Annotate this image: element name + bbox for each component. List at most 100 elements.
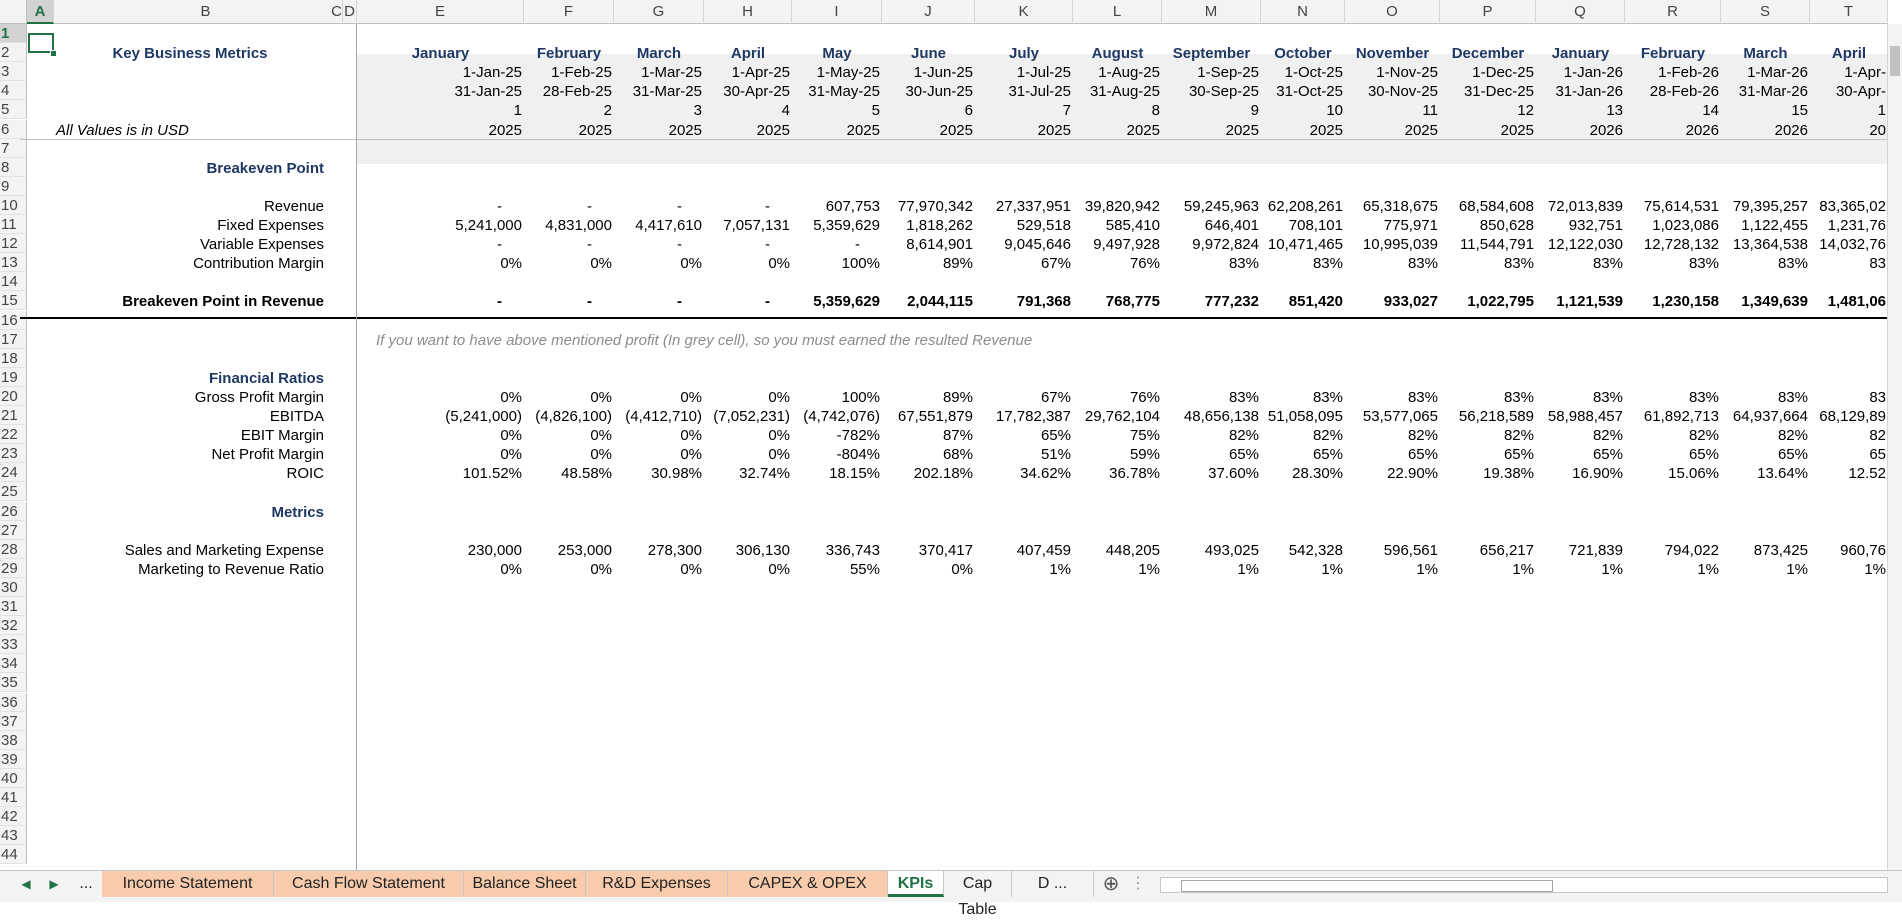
column-header-m[interactable]: M <box>1162 0 1261 24</box>
column-header-o[interactable]: O <box>1345 0 1440 24</box>
tab-d[interactable]: D ... <box>1012 871 1094 897</box>
row-header-13[interactable]: 13 <box>0 253 27 273</box>
column-header-f[interactable]: F <box>524 0 614 24</box>
column-header-h[interactable]: H <box>704 0 792 24</box>
row-header-11[interactable]: 11 <box>0 215 27 235</box>
row-header-1[interactable]: 1 <box>0 24 27 44</box>
data-cell: 12,122,030 <box>1547 236 1623 254</box>
column-header-t[interactable]: T <box>1810 0 1888 24</box>
column-header-n[interactable]: N <box>1261 0 1345 24</box>
row-header-18[interactable]: 18 <box>0 348 27 368</box>
data-cell: 1% <box>1138 560 1160 578</box>
row-header-20[interactable]: 20 <box>0 386 27 406</box>
data-cell: - <box>765 236 770 254</box>
column-header-l[interactable]: L <box>1073 0 1162 24</box>
data-cell: 1,023,086 <box>1652 217 1719 234</box>
horizontal-scroll-thumb[interactable] <box>1181 880 1553 892</box>
row-header-23[interactable]: 23 <box>0 444 27 464</box>
row-header-16[interactable]: 16 <box>0 310 27 330</box>
row-header-41[interactable]: 41 <box>0 788 27 808</box>
row-header-44[interactable]: 44 <box>0 845 27 865</box>
more-tabs-left-button[interactable]: ... <box>70 871 102 897</box>
row-header-42[interactable]: 42 <box>0 807 27 827</box>
column-header-b[interactable]: B <box>54 0 358 24</box>
month-header: November <box>1355 45 1430 63</box>
column-header-g[interactable]: G <box>614 0 704 24</box>
row-header-30[interactable]: 30 <box>0 577 27 597</box>
horizontal-scrollbar[interactable] <box>1160 877 1888 893</box>
vertical-scroll-thumb[interactable] <box>1890 46 1900 76</box>
tab-capex-opex[interactable]: CAPEX & OPEX <box>728 871 888 897</box>
row-header-10[interactable]: 10 <box>0 195 27 215</box>
end-date: 31-Oct-25 <box>1276 83 1343 101</box>
data-cell: -804% <box>836 446 880 464</box>
tab-r-d-expenses[interactable]: R&D Expenses <box>586 871 728 897</box>
row-header-14[interactable]: 14 <box>0 272 27 292</box>
row-header-17[interactable]: 17 <box>0 329 27 349</box>
column-header-s[interactable]: S <box>1721 0 1810 24</box>
row-header-12[interactable]: 12 <box>0 234 27 254</box>
select-all-corner[interactable] <box>0 0 27 24</box>
row-header-19[interactable]: 19 <box>0 367 27 387</box>
sheet-tab-bar: ◀ ▶ ... Income Statement Cash Flow Statem… <box>0 870 1902 918</box>
column-header-j[interactable]: J <box>882 0 975 24</box>
row-header-40[interactable]: 40 <box>0 768 27 788</box>
row-header-4[interactable]: 4 <box>0 81 27 101</box>
chevron-left-icon[interactable]: ◀ <box>18 875 34 893</box>
data-cell: 1% <box>1049 560 1071 578</box>
vertical-scrollbar[interactable] <box>1887 24 1902 870</box>
row-label: Breakeven Point in Revenue <box>122 293 324 311</box>
row-header-29[interactable]: 29 <box>0 558 27 578</box>
data-cell: 0% <box>590 427 612 445</box>
tab-cash-flow-statement[interactable]: Cash Flow Statement <box>274 871 464 897</box>
data-cell: 1,231,76 <box>1827 217 1886 234</box>
tab-cap-table[interactable]: Cap Table <box>944 871 1012 918</box>
row-header-22[interactable]: 22 <box>0 425 27 445</box>
column-header-q[interactable]: Q <box>1536 0 1625 24</box>
row-header-36[interactable]: 36 <box>0 692 27 712</box>
spreadsheet-grid[interactable]: ABCDEFGHIJKLMNOPQRST 1 2 3 4 5 6 7 8 9 10 11 12 13 14… <box>0 0 1902 870</box>
row-header-9[interactable]: 9 <box>0 176 27 196</box>
row-header-6[interactable]: 6 <box>0 119 27 139</box>
row-header-39[interactable]: 39 <box>0 749 27 769</box>
column-header-k[interactable]: K <box>975 0 1073 24</box>
row-header-31[interactable]: 31 <box>0 597 27 617</box>
row-header-7[interactable]: 7 <box>0 138 27 158</box>
row-header-25[interactable]: 25 <box>0 482 27 502</box>
tab-kpis[interactable]: KPIs <box>888 871 944 897</box>
row-header-28[interactable]: 28 <box>0 539 27 559</box>
row-header-27[interactable]: 27 <box>0 520 27 540</box>
row-header-2[interactable]: 2 <box>0 43 27 63</box>
data-cell: 16.90% <box>1572 465 1623 483</box>
tab-balance-sheet[interactable]: Balance Sheet <box>464 871 586 897</box>
row-header-3[interactable]: 3 <box>0 62 27 82</box>
end-date: 31-Mar-26 <box>1738 83 1808 101</box>
column-header-a[interactable]: A <box>27 0 54 24</box>
chevron-right-icon[interactable]: ▶ <box>46 875 62 893</box>
row-header-33[interactable]: 33 <box>0 635 27 655</box>
column-header-c[interactable]: C <box>331 0 343 24</box>
tab-income-statement[interactable]: Income Statement <box>102 871 274 897</box>
row-header-38[interactable]: 38 <box>0 730 27 750</box>
row-header-21[interactable]: 21 <box>0 406 27 426</box>
column-header-r[interactable]: R <box>1625 0 1721 24</box>
fill-handle[interactable] <box>50 50 57 57</box>
data-cell: 0% <box>680 388 702 406</box>
data-cell: 83% <box>1503 388 1534 406</box>
plus-circle-icon[interactable]: ⊕ <box>1098 871 1124 897</box>
row-header-35[interactable]: 35 <box>0 673 27 693</box>
row-header-24[interactable]: 24 <box>0 463 27 483</box>
row-header-43[interactable]: 43 <box>0 826 27 846</box>
row-header-32[interactable]: 32 <box>0 616 27 636</box>
column-header-p[interactable]: P <box>1440 0 1536 24</box>
row-header-37[interactable]: 37 <box>0 711 27 731</box>
column-header-d[interactable]: D <box>343 0 357 24</box>
row-header-15[interactable]: 15 <box>0 291 27 311</box>
column-header-i[interactable]: I <box>792 0 882 24</box>
tab-split-handle-icon[interactable]: ⋮ <box>1128 871 1148 897</box>
row-header-5[interactable]: 5 <box>0 100 27 120</box>
row-header-26[interactable]: 26 <box>0 501 27 521</box>
row-header-8[interactable]: 8 <box>0 157 27 177</box>
column-header-e[interactable]: E <box>357 0 524 24</box>
row-header-34[interactable]: 34 <box>0 654 27 674</box>
